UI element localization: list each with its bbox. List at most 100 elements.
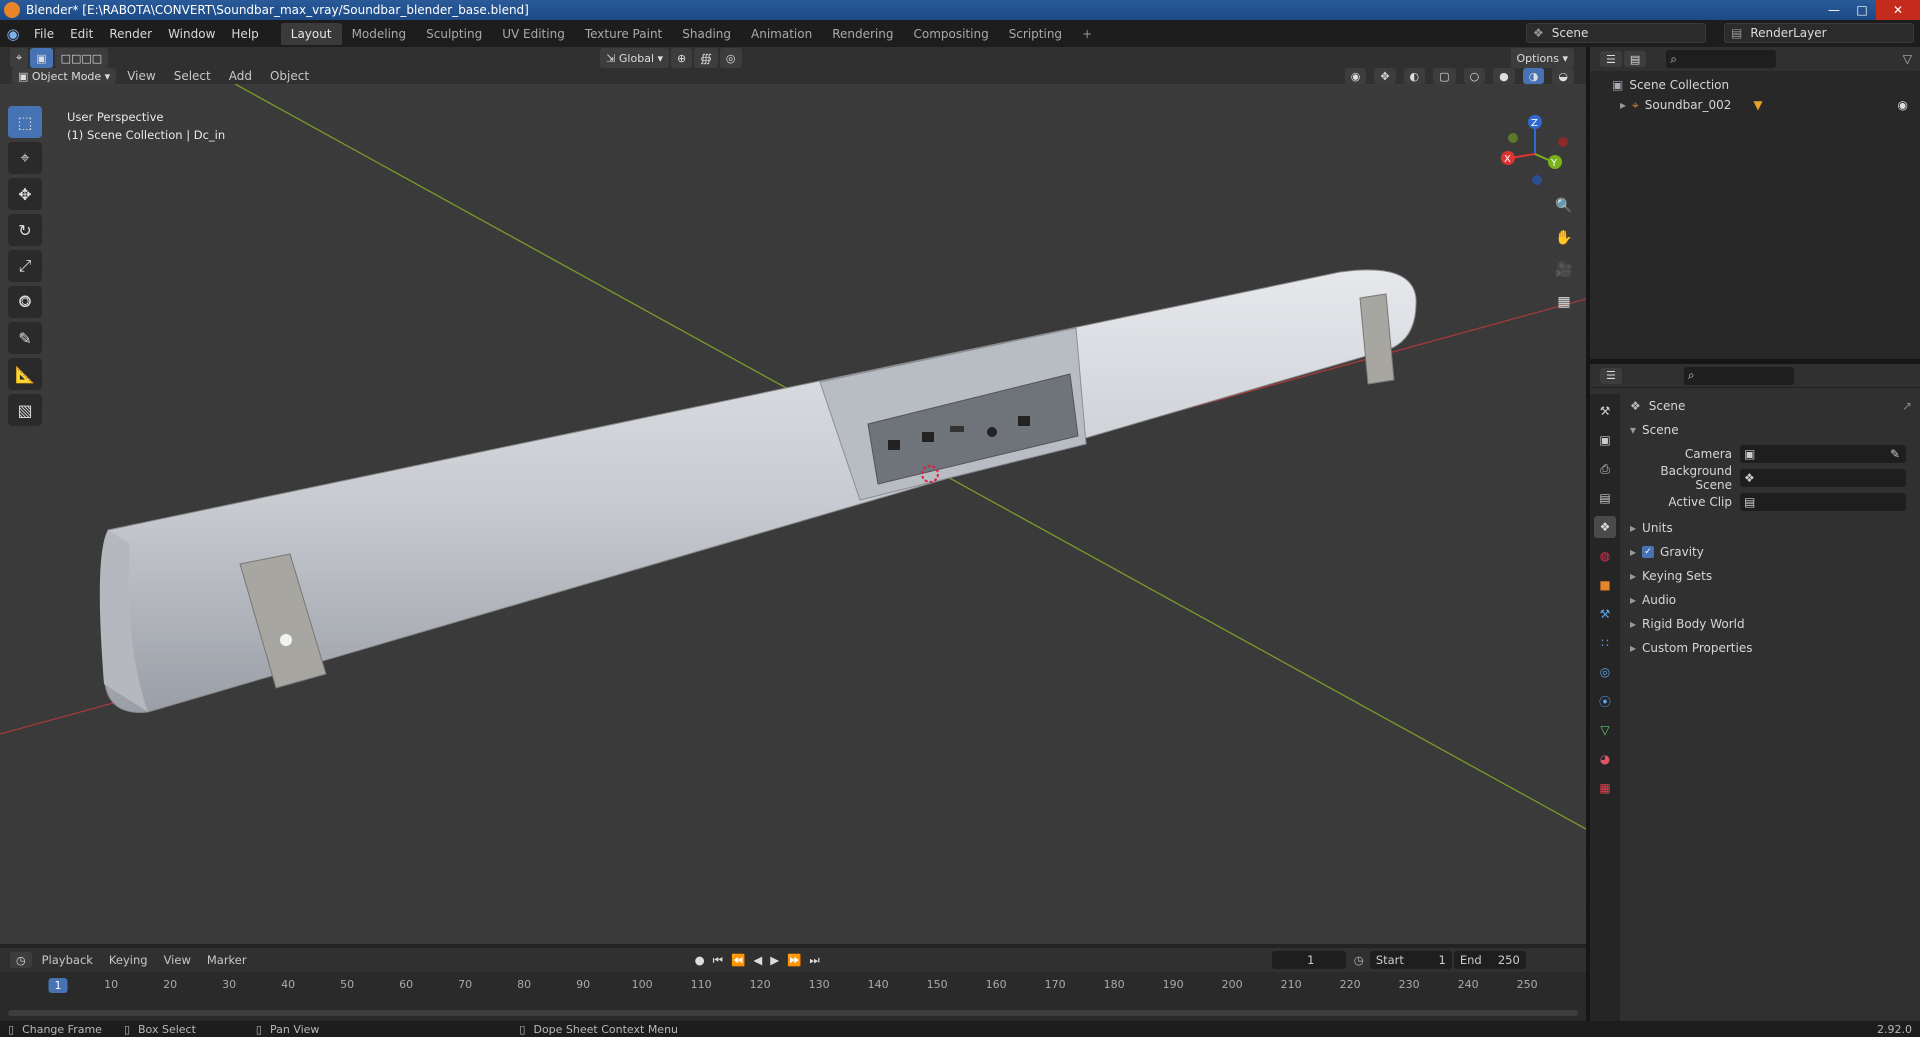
menu-edit[interactable]: Edit	[62, 27, 101, 41]
viewport-menu-view[interactable]: View	[118, 69, 164, 83]
minimize-button[interactable]: —	[1820, 0, 1848, 20]
modifier-tab-icon[interactable]: ⚒	[1594, 603, 1616, 625]
annotate-tool-icon[interactable]: ✎	[8, 322, 42, 354]
outliner-item[interactable]: ▸ ⌖ Soundbar_002 ▼ ◉	[1612, 95, 1920, 115]
play-icon[interactable]: ▶	[770, 953, 779, 968]
viewport-menu-object[interactable]: Object	[261, 69, 318, 83]
properties-editor-type-icon[interactable]: ☰	[1600, 367, 1622, 384]
view-layer-tab-icon[interactable]: ▤	[1594, 487, 1616, 509]
cursor-tool-icon[interactable]: ⌖	[8, 142, 42, 174]
proportional-edit-icon[interactable]: ◎	[719, 48, 742, 68]
record-icon[interactable]: ●	[695, 953, 705, 968]
outliner-root[interactable]: ▣ Scene Collection	[1612, 75, 1920, 95]
menu-window[interactable]: Window	[160, 27, 223, 41]
background-scene-field[interactable]: ❖	[1740, 469, 1906, 487]
pin-icon[interactable]: ↗	[1902, 399, 1912, 413]
select-mode-icons[interactable]: □□□□	[54, 48, 109, 68]
outliner-display-mode-icon[interactable]: ▤	[1623, 51, 1647, 67]
editor-type-icon[interactable]: ⌖	[10, 48, 29, 68]
subpanel-gravity[interactable]: ▸ ✓ Gravity	[1622, 540, 1920, 564]
jump-end-icon[interactable]: ⏭	[809, 953, 819, 968]
tab-layout[interactable]: Layout	[280, 22, 342, 45]
perspective-toggle-icon[interactable]: ▦	[1552, 290, 1576, 314]
overlay-icon[interactable]: ◐	[1403, 68, 1426, 84]
add-cube-icon[interactable]: ▧	[8, 394, 42, 426]
viewport-menu-select[interactable]: Select	[165, 69, 220, 83]
next-keyframe-icon[interactable]: ⏩	[787, 953, 801, 968]
camera-field[interactable]: ▣ ✎	[1740, 445, 1906, 463]
tab-texture-paint[interactable]: Texture Paint	[575, 23, 672, 45]
timeline-scrollbar[interactable]	[8, 1010, 1578, 1016]
jump-start-icon[interactable]: ⏮	[713, 953, 723, 968]
subpanel-audio[interactable]: ▸ Audio	[1622, 588, 1920, 612]
object-tab-icon[interactable]: ■	[1594, 574, 1616, 596]
zoom-icon[interactable]: 🔍	[1552, 194, 1576, 218]
timeline-menu-marker[interactable]: Marker	[199, 953, 255, 967]
constraints-tab-icon[interactable]: ⦿	[1594, 690, 1616, 712]
timeline-editor-type-icon[interactable]: ◷	[10, 952, 32, 968]
texture-tab-icon[interactable]: ▦	[1594, 777, 1616, 799]
scale-tool-icon[interactable]: ⤢	[8, 250, 42, 282]
close-button[interactable]: ✕	[1876, 0, 1920, 20]
outliner-search-input[interactable]: ⌕	[1666, 50, 1777, 68]
play-reverse-icon[interactable]: ◀	[753, 953, 762, 968]
eye-icon[interactable]: ◉	[1898, 98, 1908, 112]
start-frame-field[interactable]: Start 1	[1369, 951, 1452, 969]
wireframe-shading-icon[interactable]: ○	[1463, 68, 1486, 84]
tab-animation[interactable]: Animation	[741, 23, 822, 45]
visibility-icon[interactable]: ◉	[1344, 68, 1367, 84]
outliner-editor-type-icon[interactable]: ☰	[1600, 51, 1622, 67]
menu-file[interactable]: File	[26, 27, 62, 41]
tool-tab-icon[interactable]: ⚒	[1594, 400, 1616, 422]
active-clip-field[interactable]: ▤	[1740, 493, 1906, 511]
tab-rendering[interactable]: Rendering	[822, 23, 903, 45]
gravity-checkbox[interactable]: ✓	[1642, 546, 1655, 558]
subpanel-units[interactable]: ▸ Units	[1622, 516, 1920, 540]
3d-viewport[interactable]: Z X Y ⬚ ⌖ ✥ ↻ ⤢ ⭗ ✎ 📐 ▧ User Perspective…	[0, 84, 1586, 944]
output-tab-icon[interactable]: ⎙	[1594, 458, 1616, 480]
scene-tab-icon[interactable]: ❖	[1594, 516, 1616, 538]
data-tab-icon[interactable]: ▽	[1594, 719, 1616, 741]
pan-hand-icon[interactable]: ✋	[1552, 226, 1576, 250]
snap-icon[interactable]: ∰	[694, 48, 718, 68]
properties-search-input[interactable]: ⌕	[1683, 366, 1794, 385]
transform-orientation-dropdown[interactable]: ⇲ Global ▾	[600, 48, 670, 68]
timeline-menu-keying[interactable]: Keying	[101, 953, 156, 967]
pivot-point-icon[interactable]: ⊕	[671, 48, 693, 68]
subpanel-keying-sets[interactable]: ▸ Keying Sets	[1622, 564, 1920, 588]
end-frame-field[interactable]: End 250	[1453, 951, 1526, 969]
tab-uv-editing[interactable]: UV Editing	[492, 23, 575, 45]
tab-modeling[interactable]: Modeling	[342, 23, 417, 45]
rendered-shading-icon[interactable]: ◒	[1552, 68, 1574, 84]
menu-render[interactable]: Render	[101, 27, 160, 41]
measure-tool-icon[interactable]: 📐	[8, 358, 42, 390]
gizmo-icon[interactable]: ✥	[1374, 68, 1396, 84]
eyedropper-icon[interactable]: ✎	[1890, 447, 1900, 461]
transform-tool-icon[interactable]: ⭗	[8, 286, 42, 318]
move-tool-icon[interactable]: ✥	[8, 178, 42, 210]
add-workspace-button[interactable]: +	[1072, 23, 1102, 45]
filter-icon[interactable]: ▽	[1903, 52, 1912, 66]
select-tool-icon[interactable]: ▣	[30, 48, 53, 68]
options-dropdown[interactable]: Options ▾	[1510, 48, 1574, 68]
frame-ruler[interactable]: 1 10 20 30 40 50 60 70 80 90 100 110 120 130 140 150 160…	[0, 974, 1586, 1000]
camera-view-icon[interactable]: 🎥	[1552, 258, 1576, 282]
rotate-tool-icon[interactable]: ↻	[8, 214, 42, 246]
select-box-icon[interactable]: ⬚	[8, 106, 42, 138]
timeline-menu-view[interactable]: View	[156, 953, 199, 967]
subpanel-custom-properties[interactable]: ▸ Custom Properties	[1622, 636, 1920, 660]
xray-icon[interactable]: ▢	[1433, 68, 1456, 84]
subpanel-rigid-body-world[interactable]: ▸ Rigid Body World	[1622, 612, 1920, 636]
solid-shading-icon[interactable]: ●	[1493, 68, 1515, 84]
world-tab-icon[interactable]: ◍	[1594, 545, 1616, 567]
maximize-button[interactable]: □	[1848, 0, 1876, 20]
render-tab-icon[interactable]: ▣	[1594, 429, 1616, 451]
tab-compositing[interactable]: Compositing	[903, 23, 998, 45]
tab-scripting[interactable]: Scripting	[999, 23, 1072, 45]
prev-keyframe-icon[interactable]: ⏪	[731, 953, 745, 968]
physics-tab-icon[interactable]: ◎	[1594, 661, 1616, 683]
timeline-menu-playback[interactable]: Playback	[34, 953, 101, 967]
view-layer-selector[interactable]: ▤ RenderLayer	[1724, 23, 1914, 43]
material-tab-icon[interactable]: ◕	[1594, 748, 1616, 770]
expand-arrow-icon[interactable]: ▸	[1620, 98, 1626, 112]
